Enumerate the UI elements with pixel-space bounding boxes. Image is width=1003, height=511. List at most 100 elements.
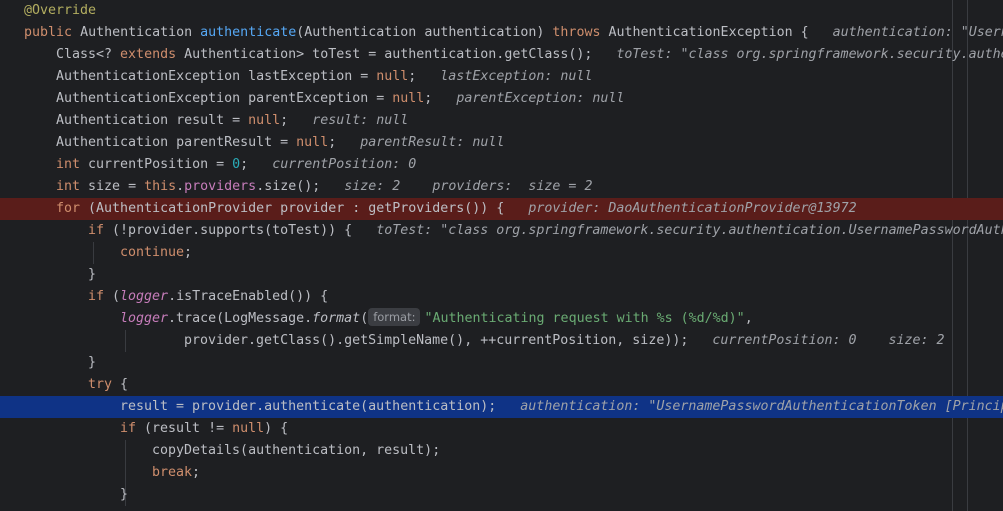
keyword-try: try	[88, 377, 113, 392]
field-logger: logger	[120, 311, 169, 326]
comma: ,	[744, 311, 753, 326]
semicolon: ;	[192, 465, 201, 480]
semicolon: ;	[424, 91, 433, 106]
code-line-size[interactable]: int size = this.providers.size(); size: …	[0, 176, 1003, 198]
code-line-lastexception[interactable]: AuthenticationException lastException = …	[0, 66, 1003, 88]
number-literal: 0	[232, 157, 241, 172]
code-text: AuthenticationException parentException …	[56, 91, 393, 106]
debug-inline-value[interactable]: provider: DaoAuthenticationProvider@1397…	[528, 201, 856, 216]
keyword-int: int	[56, 179, 81, 194]
code-line-brace-close[interactable]: }	[0, 352, 1003, 374]
closing-brace: }	[120, 487, 129, 502]
keyword-null: null	[376, 69, 409, 84]
code-line-if-supports[interactable]: if (!provider.supports(toTest)) { toTest…	[0, 220, 1003, 242]
field-providers: providers	[184, 179, 257, 194]
static-method-format: format	[312, 311, 361, 326]
code-line-copydetails[interactable]: copyDetails(authentication, result);	[0, 440, 1003, 462]
debug-inline-value[interactable]: parentException: null	[456, 91, 624, 106]
code-line-break[interactable]: break;	[0, 462, 1003, 484]
keyword-null: null	[392, 91, 425, 106]
code-text: currentPosition =	[80, 157, 233, 172]
code-line-if-result[interactable]: if (result != null) {	[0, 418, 1003, 440]
field-logger: logger	[120, 289, 169, 304]
code-text: .size();	[256, 179, 321, 194]
code-line-method-signature[interactable]: public Authentication authenticate(Authe…	[0, 22, 1003, 44]
return-type: Authentication	[80, 25, 193, 40]
code-line-trace-args[interactable]: provider.getClass().getSimpleName(), ++c…	[0, 330, 1003, 352]
exception-type: AuthenticationException {	[608, 25, 809, 40]
code-line-annotation[interactable]: @Override	[0, 0, 1003, 22]
keyword-if: if	[88, 289, 105, 304]
code-line-try[interactable]: try {	[0, 374, 1003, 396]
code-text: Authentication parentResult =	[56, 135, 297, 150]
keyword-throws: throws	[552, 25, 601, 40]
debug-inline-value[interactable]: providers: size = 2	[432, 179, 592, 194]
method-name: authenticate	[200, 25, 297, 40]
keyword-null: null	[296, 135, 329, 150]
string-literal: "Authenticating request with %s (%d/%d)"	[424, 311, 745, 326]
keyword-for: for	[56, 201, 81, 216]
debug-inline-value[interactable]: authentication: "UsernamePasswordAuthent…	[833, 25, 1003, 40]
code-editor[interactable]: @Override public Authentication authenti…	[0, 0, 1003, 511]
semicolon: ;	[240, 157, 249, 172]
code-line-execution-point[interactable]: result = provider.authenticate(authentic…	[0, 396, 1003, 418]
code-text: (AuthenticationProvider provider : getPr…	[80, 201, 505, 216]
debug-inline-value[interactable]: lastException: null	[440, 69, 592, 84]
code-text: (	[104, 289, 121, 304]
code-line-parentexception[interactable]: AuthenticationException parentException …	[0, 88, 1003, 110]
code-line-parentresult[interactable]: Authentication parentResult = null; pare…	[0, 132, 1003, 154]
keyword-this: this	[144, 179, 177, 194]
code-text: size =	[80, 179, 145, 194]
code-text: result = provider.authenticate(authentic…	[120, 399, 497, 414]
keyword-break: break	[152, 465, 193, 480]
debug-inline-value[interactable]: currentPosition: 0	[712, 333, 856, 348]
keyword-int: int	[56, 157, 81, 172]
code-text: .trace(LogMessage.	[168, 311, 313, 326]
code-text: Class<?	[56, 47, 121, 62]
keyword-extends: extends	[120, 47, 177, 62]
code-text: ) {	[264, 421, 289, 436]
keyword-if: if	[88, 223, 105, 238]
code-line-totest[interactable]: Class<? extends Authentication> toTest =…	[0, 44, 1003, 66]
debug-inline-value[interactable]: currentPosition: 0	[272, 157, 416, 172]
code-text: copyDetails(authentication, result);	[152, 443, 441, 458]
keyword-null: null	[232, 421, 265, 436]
debug-inline-value[interactable]: toTest: "class org.springframework.secur…	[616, 47, 1003, 62]
semicolon: ;	[280, 113, 289, 128]
code-text: Authentication result =	[56, 113, 249, 128]
keyword-if: if	[120, 421, 137, 436]
semicolon: ;	[328, 135, 337, 150]
dot: .	[176, 179, 185, 194]
code-line-if-trace[interactable]: if (logger.isTraceEnabled()) {	[0, 286, 1003, 308]
code-text: (result !=	[136, 421, 233, 436]
debug-inline-value[interactable]: authentication: "UsernamePasswordAuthent…	[520, 399, 1003, 414]
debug-inline-value[interactable]: size: 2	[889, 333, 945, 348]
code-line-brace-close[interactable]: }	[0, 484, 1003, 506]
debug-inline-value[interactable]: toTest: "class org.springframework.secur…	[376, 223, 1003, 238]
parameter-name-hint: format:	[368, 308, 421, 326]
method-params: (Authentication authentication)	[296, 25, 545, 40]
code-line-continue[interactable]: continue;	[0, 242, 1003, 264]
semicolon: ;	[184, 245, 193, 260]
keyword-null: null	[248, 113, 281, 128]
annotation-override: @Override	[24, 3, 97, 18]
open-paren: (	[360, 311, 369, 326]
code-line-currentposition[interactable]: int currentPosition = 0; currentPosition…	[0, 154, 1003, 176]
closing-brace: }	[88, 355, 97, 370]
keyword-public: public	[24, 25, 73, 40]
debug-inline-value[interactable]: size: 2	[344, 179, 400, 194]
code-text: (!provider.supports(toTest)) {	[104, 223, 353, 238]
semicolon: ;	[408, 69, 417, 84]
code-line-brace-close[interactable]: }	[0, 264, 1003, 286]
code-line-for-breakpoint[interactable]: for (AuthenticationProvider provider : g…	[0, 198, 1003, 220]
code-text: {	[112, 377, 129, 392]
code-text: provider.getClass().getSimpleName(), ++c…	[184, 333, 689, 348]
keyword-continue: continue	[120, 245, 185, 260]
code-text: Authentication> toTest = authentication.…	[176, 47, 593, 62]
code-line-logger-trace[interactable]: logger.trace(LogMessage.format(format: "A…	[0, 308, 1003, 330]
closing-brace: }	[88, 267, 97, 282]
code-text: AuthenticationException lastException =	[56, 69, 377, 84]
debug-inline-value[interactable]: parentResult: null	[360, 135, 504, 150]
code-line-result[interactable]: Authentication result = null; result: nu…	[0, 110, 1003, 132]
debug-inline-value[interactable]: result: null	[312, 113, 408, 128]
